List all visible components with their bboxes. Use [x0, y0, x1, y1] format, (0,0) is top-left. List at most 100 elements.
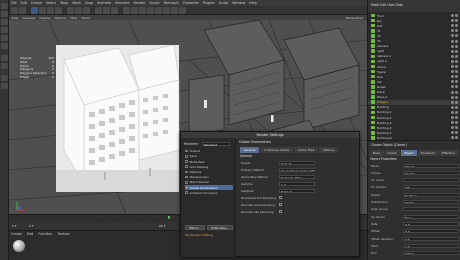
menu-item-sculpt[interactable]: Sculpt — [149, 1, 159, 5]
visibility-dot-icon[interactable] — [451, 105, 454, 109]
render-dot-icon[interactable] — [455, 29, 458, 33]
gi-setting-value[interactable]: Radiosity Maps — [279, 174, 315, 179]
visibility-dot-icon[interactable] — [451, 131, 454, 135]
gi-setting-checkbox[interactable] — [279, 203, 282, 206]
object-name[interactable]: H1 — [377, 29, 417, 33]
render-dot-icon[interactable] — [455, 75, 458, 79]
render-dot-icon[interactable] — [455, 65, 458, 68]
scale-icon[interactable] — [47, 7, 54, 14]
material-menu-texture[interactable]: Texture — [57, 232, 69, 236]
array-icon[interactable] — [147, 7, 154, 14]
settings-pane-item[interactable]: Output — [185, 149, 233, 153]
render-dot-icon[interactable] — [455, 90, 458, 94]
attribute-value[interactable]: 0 % — [403, 236, 459, 241]
viewport-menu-panel[interactable]: Panel — [82, 16, 90, 20]
render-dot-icon[interactable] — [455, 19, 458, 23]
attr-tab-effectors[interactable]: Effectors — [438, 150, 458, 156]
object-name[interactable]: Building.5 — [377, 131, 417, 135]
object-name[interactable]: Tree — [377, 75, 417, 79]
attribute-value[interactable]: None — [403, 214, 459, 219]
renderer-dropdown[interactable]: Standard — [201, 142, 230, 147]
edges-mode-icon[interactable] — [1, 35, 8, 41]
render-dot-icon[interactable] — [455, 39, 458, 43]
gi-tab-general[interactable]: General — [240, 147, 260, 153]
cube-icon[interactable] — [123, 7, 130, 14]
render-dot-icon[interactable] — [455, 59, 458, 63]
menu-item-tools[interactable]: Tools — [60, 1, 68, 5]
visibility-dot-icon[interactable] — [451, 110, 454, 114]
object-name[interactable]: Light.1 — [377, 59, 417, 63]
render-dot-icon[interactable] — [455, 105, 458, 109]
object-name[interactable]: Car — [377, 80, 417, 84]
undo-icon[interactable] — [11, 7, 18, 14]
gi-tab-cache-files[interactable]: Cache Files — [293, 147, 319, 153]
object-name[interactable]: Plane.1 — [377, 95, 417, 99]
object-name[interactable]: Figure — [377, 70, 417, 74]
snap-icon[interactable] — [1, 75, 8, 81]
x-axis-icon[interactable] — [67, 7, 74, 14]
visibility-dot-icon[interactable] — [451, 44, 454, 48]
menu-item-mesh[interactable]: Mesh — [72, 1, 81, 5]
visibility-dot-icon[interactable] — [451, 29, 454, 33]
menu-item-animate[interactable]: Animate — [97, 1, 111, 5]
settings-pane-item[interactable]: Save — [185, 154, 233, 158]
attribute-value[interactable]: Vertex — [403, 200, 459, 204]
workplane-icon[interactable] — [1, 83, 8, 89]
render-dot-icon[interactable] — [455, 131, 458, 135]
menu-item-window[interactable]: Window — [232, 1, 245, 5]
object-name[interactable]: Plane — [377, 90, 417, 94]
menu-item-script[interactable]: Script — [219, 1, 229, 5]
render-dot-icon[interactable] — [455, 110, 458, 114]
viewport-menu-options[interactable]: Options — [55, 16, 67, 20]
visibility-dot-icon[interactable] — [451, 59, 454, 63]
object-name[interactable]: Building.4 — [377, 126, 417, 130]
visibility-dot-icon[interactable] — [451, 49, 454, 53]
attr-tab-object[interactable]: Object — [401, 150, 417, 156]
attribute-value[interactable]: Off — [403, 185, 459, 190]
object-name[interactable]: H2 — [377, 34, 417, 38]
attribute-value[interactable] — [403, 207, 459, 212]
render-dot-icon[interactable] — [455, 34, 458, 38]
render-dot-icon[interactable] — [455, 49, 458, 53]
visibility-dot-icon[interactable] — [451, 95, 454, 99]
menu-item-plugins[interactable]: Plugins — [203, 1, 215, 5]
render-picture-viewer-icon[interactable] — [103, 7, 110, 14]
render-dot-icon[interactable] — [455, 24, 458, 28]
attribute-value[interactable]: Iterate — [403, 170, 459, 175]
pane-checkbox[interactable] — [185, 191, 188, 195]
settings-pane-item[interactable]: Multi-Pass — [185, 159, 233, 164]
menu-item-simulate[interactable]: Simulate — [115, 1, 130, 5]
texture-mode-icon[interactable] — [1, 63, 8, 69]
settings-pane-item[interactable]: Team Render — [185, 180, 233, 184]
render-dot-icon[interactable] — [455, 121, 458, 125]
pane-checkbox[interactable] — [185, 181, 188, 184]
object-name[interactable]: Light — [377, 49, 417, 53]
render-dot-icon[interactable] — [455, 54, 458, 58]
visibility-dot-icon[interactable] — [451, 136, 454, 140]
deformer-icon[interactable] — [155, 7, 162, 14]
polygons-mode-icon[interactable] — [1, 43, 8, 49]
nurbs-icon[interactable] — [139, 7, 146, 14]
material-preview[interactable] — [13, 240, 25, 252]
visibility-dot-icon[interactable] — [451, 14, 454, 17]
menu-item-snap[interactable]: Snap — [85, 1, 93, 5]
live-selection-icon[interactable] — [31, 7, 38, 14]
object-name[interactable]: Camera — [377, 44, 417, 48]
model-mode-icon[interactable] — [1, 55, 8, 61]
attribute-value[interactable]: Building — [403, 192, 459, 197]
render-dot-icon[interactable] — [455, 85, 458, 89]
render-view-icon[interactable] — [95, 7, 102, 14]
visibility-dot-icon[interactable] — [451, 19, 454, 23]
object-name[interactable]: H3 — [377, 39, 417, 43]
render-dot-icon[interactable] — [455, 116, 458, 119]
attribute-value[interactable] — [403, 178, 459, 183]
gi-setting-value[interactable]: 1.3 — [279, 181, 315, 186]
material-menu-function[interactable]: Function — [38, 232, 52, 236]
menu-item-render[interactable]: Render — [134, 1, 146, 5]
render-dot-icon[interactable] — [455, 136, 458, 140]
object-name[interactable]: Polygon — [377, 100, 417, 104]
menu-item-create[interactable]: Create — [31, 1, 42, 5]
render-dot-icon[interactable] — [455, 70, 458, 74]
visibility-dot-icon[interactable] — [451, 39, 454, 43]
light-icon[interactable] — [179, 7, 186, 14]
